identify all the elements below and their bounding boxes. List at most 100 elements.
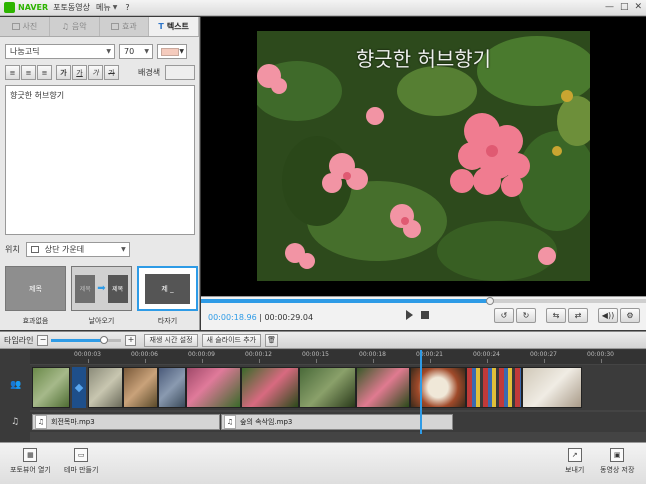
photo-viewer-button[interactable]: ▦ 포토뷰어 열기 xyxy=(10,448,51,475)
minimize-button[interactable]: — xyxy=(605,2,614,12)
ruler-tick-label: 00:00:30 xyxy=(587,351,614,358)
bg-color-picker[interactable] xyxy=(165,65,196,80)
progress-bar[interactable] xyxy=(201,297,646,305)
settings-button[interactable]: ⚙ xyxy=(620,308,640,323)
effect-typewriter[interactable]: 제 _ 타자기 xyxy=(137,266,198,326)
rotate-right-button[interactable]: ↻ xyxy=(516,308,536,323)
effect-thumb-text: 제목 xyxy=(75,274,96,303)
maximize-button[interactable]: □ xyxy=(620,2,629,12)
zoom-knob[interactable] xyxy=(99,335,108,344)
ruler-tick-label: 00:00:15 xyxy=(302,351,329,358)
window-controls: — □ ✕ xyxy=(605,2,642,12)
photo-clip[interactable] xyxy=(410,367,466,408)
effect-thumb: 제목 xyxy=(5,266,66,311)
play-time-button[interactable]: 재생 시간 설정 xyxy=(144,333,198,347)
font-select[interactable]: 나눔고딕 ▼ xyxy=(5,44,115,59)
effect-none[interactable]: 제목 효과없음 xyxy=(5,266,66,326)
align-left-button[interactable]: ≡ xyxy=(5,65,20,80)
bold-button[interactable]: 가 xyxy=(56,65,71,80)
volume-button[interactable]: ◀)) xyxy=(598,308,618,323)
transition-marker[interactable] xyxy=(72,367,86,408)
font-row: 나눔고딕 ▼ 70 ▼ ▼ xyxy=(5,44,187,59)
zoom-out-button[interactable]: − xyxy=(37,334,49,346)
photo-clip[interactable] xyxy=(466,367,522,408)
effect-label: 타자기 xyxy=(157,317,178,325)
color-swatch xyxy=(161,48,179,56)
save-icon: ▣ xyxy=(610,448,625,462)
flip-horizontal-button[interactable]: ⇆ xyxy=(546,308,566,323)
effect-fly-in[interactable]: 제목 ➡ 제목 날아오기 xyxy=(71,266,132,326)
arrow-right-icon: ➡ xyxy=(97,283,106,294)
add-slide-button[interactable]: 새 슬라이드 추가 xyxy=(201,333,262,347)
strike-button[interactable]: 가 xyxy=(104,65,119,80)
playhead[interactable] xyxy=(420,350,423,434)
align-center-button[interactable]: ≡ xyxy=(21,65,36,80)
position-row: 위치 상단 가운데 ▼ xyxy=(5,242,130,257)
photo-clip[interactable] xyxy=(522,367,582,408)
align-right-button[interactable]: ≡ xyxy=(37,65,52,80)
photo-clip[interactable] xyxy=(299,367,356,408)
photo-clip[interactable] xyxy=(241,367,299,408)
menu-chevron-icon[interactable]: ▼ xyxy=(113,4,118,11)
time-separator: | xyxy=(259,313,262,322)
tab-label: 사진 xyxy=(22,22,38,31)
zoom-in-button[interactable]: + xyxy=(125,334,137,346)
app-icon xyxy=(4,2,15,13)
effect-thumb-text: 제목 xyxy=(107,274,128,303)
audio-clip[interactable]: ♫ 회전목마.mp3 xyxy=(32,414,220,430)
flip-vertical-button[interactable]: ⇄ xyxy=(568,308,588,323)
photo-clip[interactable] xyxy=(186,367,241,408)
photo-clip[interactable] xyxy=(356,367,410,408)
ruler-tick-label: 00:00:06 xyxy=(131,351,158,358)
play-icon[interactable] xyxy=(406,310,413,320)
help-button[interactable]: ? xyxy=(125,3,129,12)
zoom-slider[interactable] xyxy=(51,335,122,344)
photo-clip[interactable] xyxy=(88,367,123,408)
close-button[interactable]: ✕ xyxy=(634,2,642,12)
button-label: 보내기 xyxy=(565,466,585,474)
time-ruler: 00:00:03 00:00:06 00:00:09 00:00:12 00:00:15… xyxy=(30,350,646,364)
rotate-left-button[interactable]: ↺ xyxy=(494,308,514,323)
effect-icon xyxy=(111,23,119,30)
theme-button[interactable]: ▭ 테마 만들기 xyxy=(64,448,98,475)
photo-clip[interactable] xyxy=(158,367,186,408)
tab-effect[interactable]: 효과 xyxy=(100,17,150,36)
diamond-icon xyxy=(74,383,84,392)
effect-thumb-text: 제 _ xyxy=(161,284,174,293)
menu-button[interactable]: 메뉴 xyxy=(96,2,111,13)
tab-text[interactable]: T 텍스트 xyxy=(149,17,199,36)
italic-button[interactable]: 가 xyxy=(88,65,103,80)
preview-caption: 향긋한 허브향기 xyxy=(355,47,492,71)
preview-image: 향긋한 허브향기 xyxy=(257,31,590,281)
music-icon: ♫ xyxy=(11,417,20,427)
text-color-picker[interactable]: ▼ xyxy=(157,44,187,59)
audio-clip[interactable]: ♫ 숲의 속삭임.mp3 xyxy=(221,414,453,430)
progress-fill xyxy=(201,299,491,303)
underline-icon: 가 xyxy=(76,68,83,77)
underline-button[interactable]: 가 xyxy=(72,65,87,80)
tab-photo[interactable]: 사진 xyxy=(0,17,50,36)
export-button[interactable]: ↗ 보내기 xyxy=(565,448,584,475)
save-video-button[interactable]: ▣ 동영상 저장 xyxy=(600,448,634,475)
caption-textarea[interactable]: 향긋한 허브향기 xyxy=(5,85,195,235)
music-note-icon: ♫ xyxy=(35,415,47,429)
photo-clip[interactable] xyxy=(123,367,158,408)
tab-label: 음악 xyxy=(71,22,87,31)
italic-icon: 가 xyxy=(92,68,99,77)
photo-clip[interactable] xyxy=(32,367,70,408)
trash-button[interactable]: 🗑 xyxy=(265,333,279,347)
photo-icon xyxy=(11,23,20,30)
tab-music[interactable]: ♫ 음악 xyxy=(50,17,100,36)
ruler-tick xyxy=(487,359,488,363)
ruler-tick xyxy=(259,359,260,363)
volume-icon: ◀)) xyxy=(601,311,615,320)
position-select[interactable]: 상단 가운데 ▼ xyxy=(25,242,130,257)
theme-icon: ▭ xyxy=(74,448,89,462)
stop-icon[interactable] xyxy=(421,311,429,319)
progress-knob[interactable] xyxy=(486,297,495,305)
ruler-tick xyxy=(316,359,317,363)
font-size-select[interactable]: 70 ▼ xyxy=(119,44,153,59)
ruler-tick xyxy=(373,359,374,363)
share-icon: ↗ xyxy=(567,448,582,462)
grid-icon: ▦ xyxy=(23,448,38,462)
